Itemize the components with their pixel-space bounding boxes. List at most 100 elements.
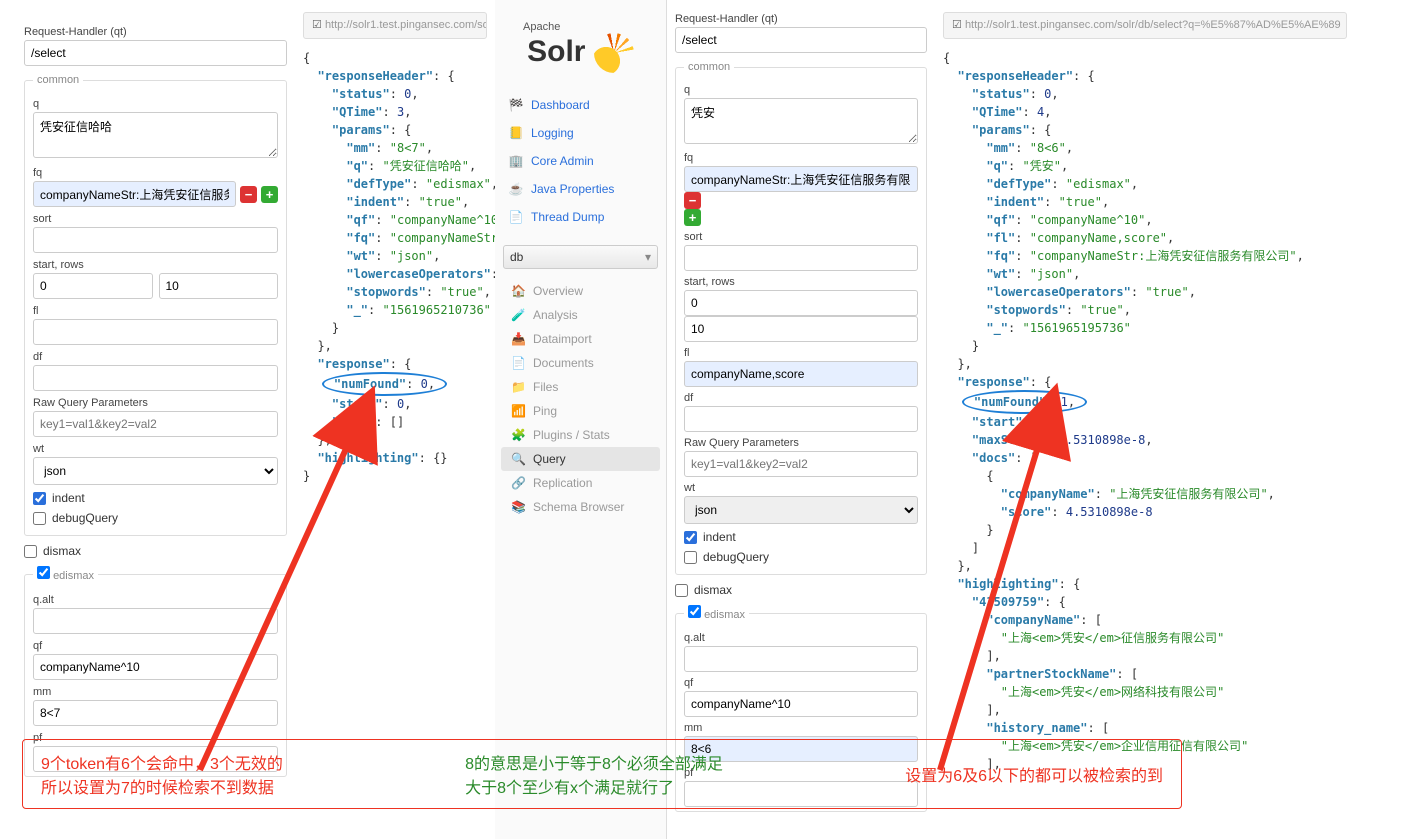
nav-item[interactable]: 📄Thread Dump [501,203,660,231]
core-menu-label: Replication [533,476,592,490]
fq-remove-button[interactable]: − [684,192,701,209]
raw-params-label: Raw Query Parameters [684,437,918,449]
wt-select[interactable]: json [33,457,278,485]
fl-label: fl [33,305,278,317]
left-json-response: ☑ http://solr1.test.pingansec.com/solr/d… [295,0,495,839]
edismax-label: edismax [704,609,745,621]
fl-input[interactable] [33,319,278,345]
fq-add-button[interactable]: + [261,186,278,203]
qalt-label: q.alt [684,632,918,644]
common-legend: common [684,61,734,73]
raw-params-input[interactable] [684,451,918,477]
core-menu-item[interactable]: 🧩 Plugins / Stats [501,423,660,447]
dismax-label: dismax [43,544,81,558]
mm-input[interactable] [684,736,918,762]
nav-icon: 📒 [509,126,523,140]
edismax-checkbox[interactable] [688,605,701,618]
nav-label: Core Admin [531,154,594,168]
core-menu-icon: 🧩 [511,428,525,442]
indent-label: indent [52,491,85,505]
fq-input[interactable] [33,181,236,207]
nav-label: Java Properties [531,182,614,196]
fq-add-button[interactable]: + [684,209,701,226]
indent-label: indent [703,530,736,544]
core-menu-icon: 🧪 [511,308,525,322]
fl-input[interactable] [684,361,918,387]
url-bar[interactable]: ☑ http://solr1.test.pingansec.com/solr/d… [943,12,1347,39]
pf-label: pf [33,732,278,744]
qf-label: qf [33,640,278,652]
wt-label: wt [33,443,278,455]
core-menu-item[interactable]: 📚Schema Browser [501,495,660,519]
debug-checkbox[interactable] [684,551,697,564]
df-input[interactable] [33,365,278,391]
debug-label: debugQuery [52,511,118,525]
start-rows-label: start, rows [33,259,278,271]
core-selector[interactable]: db ▾ [503,245,658,269]
indent-checkbox[interactable] [33,492,46,505]
nav-item[interactable]: ☕ Java Properties [501,175,660,203]
nav-list: 🏁Dashboard📒Logging🏢Core Admin ☕ Java Prope… [495,91,666,231]
pf-input[interactable] [684,781,918,807]
handler-label: Request-Handler (qt) [675,13,927,25]
core-menu-item[interactable]: 🏠 Overview [501,279,660,303]
core-menu-label: Schema Browser [533,500,624,514]
left-query-form: Request-Handler (qt) common q fq − + sor… [0,0,295,839]
url-bar[interactable]: ☑ http://solr1.test.pingansec.com/solr/d… [303,12,487,39]
core-menu-label: Ping [533,404,557,418]
sort-input[interactable] [684,245,918,271]
qalt-input[interactable] [33,608,278,634]
q-input[interactable] [33,112,278,158]
nav-icon: ☕ [509,182,523,196]
core-menu-label: Analysis [533,308,578,322]
pf-input[interactable] [33,746,278,772]
qf-input[interactable] [684,691,918,717]
fq-remove-button[interactable]: − [240,186,257,203]
mm-input[interactable] [33,700,278,726]
core-menu-item[interactable]: 🔍Query [501,447,660,471]
core-menu-item[interactable]: 🧪 Analysis [501,303,660,327]
sort-input[interactable] [33,227,278,253]
common-fieldset: common q fq − + sort start, rows fl df R… [24,74,287,536]
core-menu-label: Plugins / Stats [533,428,610,442]
mm-label: mm [684,722,918,734]
wt-label: wt [684,482,918,494]
dismax-label: dismax [694,583,732,597]
nav-item[interactable]: 🏢Core Admin [501,147,660,175]
edismax-checkbox[interactable] [37,566,50,579]
core-menu-item[interactable]: 📶 Ping [501,399,660,423]
rows-input[interactable] [684,316,918,342]
rows-input[interactable] [159,273,279,299]
core-menu-item[interactable]: 📁Files [501,375,660,399]
handler-input[interactable] [675,27,927,53]
df-input[interactable] [684,406,918,432]
handler-input[interactable] [24,40,287,66]
qf-input[interactable] [33,654,278,680]
core-menu-icon: 🏠 [511,284,525,298]
nav-item[interactable]: 🏁Dashboard [501,91,660,119]
dismax-checkbox[interactable] [675,584,688,597]
core-menu-label: Overview [533,284,583,298]
start-input[interactable] [684,290,918,316]
debug-checkbox[interactable] [33,512,46,525]
start-rows-label: start, rows [684,276,918,288]
core-menu-item[interactable]: 📥Dataimport [501,327,660,351]
core-menu-item[interactable]: 📄Documents [501,351,660,375]
wt-select[interactable]: json [684,496,918,524]
q-input[interactable] [684,98,918,144]
nav-icon: 📄 [509,210,523,224]
nav-item[interactable]: 📒Logging [501,119,660,147]
core-menu-icon: 📥 [511,332,525,346]
raw-params-input[interactable] [33,411,278,437]
dismax-checkbox[interactable] [24,545,37,558]
start-input[interactable] [33,273,153,299]
qalt-label: q.alt [33,594,278,606]
core-menu-icon: 🔗 [511,476,525,490]
indent-checkbox[interactable] [684,531,697,544]
core-menu-label: Query [533,452,566,466]
qalt-input[interactable] [684,646,918,672]
fq-input[interactable] [684,166,918,192]
core-menu-item[interactable]: 🔗 Replication [501,471,660,495]
core-menu-icon: 📶 [511,404,525,418]
right-json-response: ☑ http://solr1.test.pingansec.com/solr/d… [935,0,1355,839]
